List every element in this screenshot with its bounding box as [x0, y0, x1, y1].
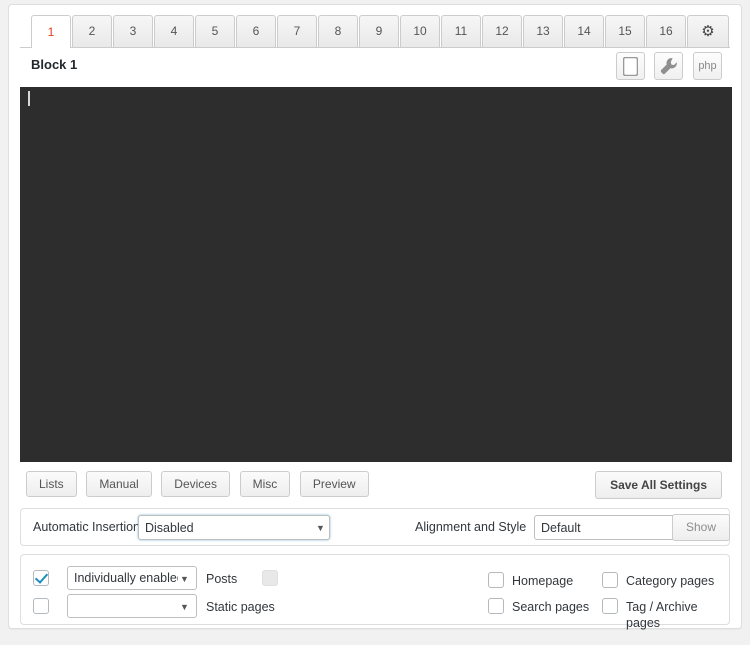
php-label: php	[698, 60, 717, 72]
tab-label: 13	[536, 24, 550, 38]
device-preview-button[interactable]	[615, 52, 645, 80]
tab-label: 10	[413, 24, 427, 38]
automatic-insertion-label: Automatic Insertion	[33, 520, 140, 534]
block-tabs: 1 2 3 4 5 6 7 8 9 10 11 12 13 14 15 16 ⚙	[20, 10, 730, 48]
tab-block-9[interactable]: 9	[359, 15, 399, 47]
tab-label: 6	[252, 24, 260, 38]
block-header: Block 1 php	[20, 52, 730, 84]
tab-block-15[interactable]: 15	[605, 15, 645, 47]
tab-label: 4	[170, 24, 178, 38]
tab-label: 11	[454, 24, 468, 38]
lists-button[interactable]: Lists	[26, 471, 77, 497]
tab-settings[interactable]: ⚙	[687, 15, 729, 47]
posts-type-checkbox	[262, 570, 278, 586]
tab-label: 7	[293, 24, 301, 38]
preview-button[interactable]: Preview	[299, 471, 369, 497]
tab-block-11[interactable]: 11	[441, 15, 481, 47]
enable-posts-checkbox[interactable]	[33, 570, 49, 586]
category-pages-label: Category pages	[626, 574, 715, 588]
static-pages-mode-select[interactable]	[67, 594, 197, 618]
enable-static-pages-checkbox[interactable]	[33, 598, 49, 614]
search-pages-checkbox[interactable]	[488, 598, 504, 614]
tab-block-16[interactable]: 16	[646, 15, 686, 47]
tab-label: 9	[375, 24, 383, 38]
tab-block-13[interactable]: 13	[523, 15, 563, 47]
save-all-settings-button[interactable]: Save All Settings	[595, 471, 722, 499]
tab-block-14[interactable]: 14	[564, 15, 604, 47]
insertion-settings-box: Automatic Insertion Disabled ▼ Alignment…	[20, 508, 730, 546]
tab-label: 12	[495, 24, 509, 38]
tab-block-1[interactable]: 1	[31, 15, 71, 48]
plugin-panel: 1 2 3 4 5 6 7 8 9 10 11 12 13 14 15 16 ⚙…	[8, 4, 742, 630]
tag-archive-pages-label: Tag / Archive pages	[626, 600, 698, 630]
tab-label: 5	[211, 24, 219, 38]
code-editor[interactable]	[20, 87, 732, 462]
alignment-and-style-select[interactable]: Default	[534, 515, 686, 540]
wrench-icon	[655, 57, 682, 76]
show-button[interactable]: Show	[672, 514, 730, 541]
page-title: Block 1	[31, 57, 78, 72]
editor-toolbar: Lists Manual Devices Misc Preview Save A…	[20, 471, 730, 501]
homepage-label: Homepage	[512, 574, 574, 588]
tab-label: 8	[334, 24, 342, 38]
search-pages-label: Search pages	[512, 600, 590, 614]
alignment-and-style-label: Alignment and Style	[415, 520, 527, 534]
static-pages-label: Static pages	[206, 600, 275, 614]
tab-label: 15	[618, 24, 632, 38]
display-conditions-box: Individually enabled ▼ Posts ▼ Static pa…	[20, 554, 730, 630]
homepage-checkbox[interactable]	[488, 572, 504, 588]
editor-caret	[28, 91, 30, 106]
tab-label: 2	[88, 24, 96, 38]
tab-block-4[interactable]: 4	[154, 15, 194, 47]
misc-button[interactable]: Misc	[239, 471, 291, 497]
posts-mode-select-wrap: Individually enabled ▼	[67, 566, 197, 590]
tab-block-5[interactable]: 5	[195, 15, 235, 47]
manual-button[interactable]: Manual	[86, 471, 152, 497]
header-button-group: php	[610, 52, 722, 80]
tag-archive-pages-checkbox[interactable]	[602, 598, 618, 614]
gear-icon: ⚙	[701, 23, 715, 40]
devices-button[interactable]: Devices	[161, 471, 230, 497]
tab-label: 14	[577, 24, 591, 38]
tab-block-7[interactable]: 7	[277, 15, 317, 47]
category-pages-checkbox[interactable]	[602, 572, 618, 588]
tools-button[interactable]	[654, 52, 684, 80]
posts-label: Posts	[206, 572, 238, 586]
tab-block-12[interactable]: 12	[482, 15, 522, 47]
php-button[interactable]: php	[693, 52, 722, 80]
tab-label: 1	[47, 25, 55, 39]
tablet-icon	[617, 57, 644, 76]
tab-label: 16	[659, 24, 673, 38]
posts-mode-select[interactable]: Individually enabled	[67, 566, 197, 590]
tab-block-10[interactable]: 10	[400, 15, 440, 47]
tab-block-3[interactable]: 3	[113, 15, 153, 47]
tab-block-2[interactable]: 2	[72, 15, 112, 47]
static-pages-mode-select-wrap: ▼	[67, 594, 197, 618]
tab-block-6[interactable]: 6	[236, 15, 276, 47]
tab-block-8[interactable]: 8	[318, 15, 358, 47]
automatic-insertion-select[interactable]: Disabled	[138, 515, 330, 540]
tab-label: 3	[129, 24, 137, 38]
